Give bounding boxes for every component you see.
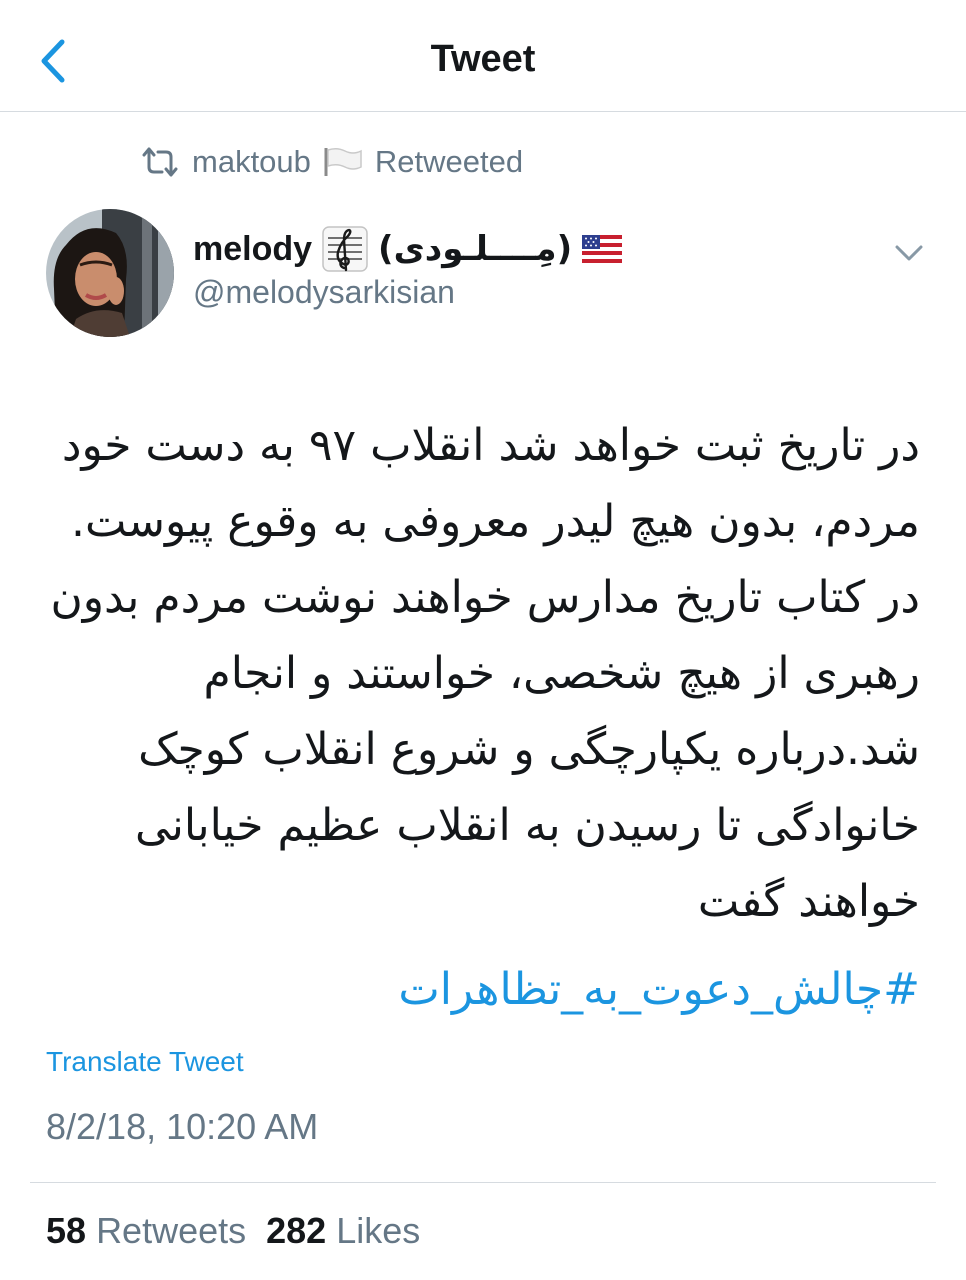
retweets-stat[interactable]: 58 Retweets — [46, 1210, 246, 1252]
tweet-text-line: شد.درباره یکپارچگی و شروع انقلاب کوچک — [138, 724, 920, 775]
tweet-text-line: رهبری از هیچ شخصی، خواستند و انجام — [203, 648, 920, 699]
tweet-text-line: در کتاب تاریخ مدارس خواهند نوشت مردم بدو… — [50, 572, 920, 623]
white-flag-icon — [324, 147, 362, 176]
us-flag-icon — [582, 235, 623, 263]
tweet-text-line: خواهند گفت — [697, 876, 920, 927]
translate-tweet-link[interactable]: Translate Tweet — [46, 1046, 244, 1078]
tweet-stats: 58 Retweets 282 Likes — [46, 1210, 420, 1252]
tweet-text-line: مردم، بدون هیچ لیدر معروفی به وقوع پیوست… — [70, 496, 920, 547]
retweet-context: maktoub Retweeted — [140, 140, 523, 184]
page-title: Tweet — [430, 38, 536, 80]
author-name: melody — [193, 229, 313, 268]
tweet-options-button[interactable] — [892, 238, 926, 268]
likes-count: 282 — [266, 1210, 327, 1251]
retweets-count: 58 — [46, 1210, 87, 1251]
tweet-text-line: خانوادگی تا رسیدن به انقلاب عظیم خیابانی — [135, 800, 920, 851]
likes-label: Likes — [336, 1210, 421, 1251]
retweeted-label: Retweeted — [374, 144, 524, 179]
nav-bar: Tweet — [0, 0, 966, 112]
retweeter-name[interactable]: maktoub — [192, 144, 311, 180]
hashtag-link[interactable]: #چالش_دعوت_به_تظاهرات — [50, 960, 920, 1020]
tweet-timestamp: 8/2/18, 10:20 AM — [46, 1106, 319, 1147]
author-name-row[interactable]: melody (مِــــلـودی) — [193, 226, 623, 272]
author-name-suffix: (مِــــلـودی) — [378, 229, 573, 269]
avatar-image — [46, 209, 174, 337]
retweets-label: Retweets — [96, 1210, 247, 1251]
treble-clef-icon — [322, 226, 368, 272]
author-handle[interactable]: @melodysarkisian — [193, 274, 455, 311]
avatar[interactable] — [46, 209, 174, 337]
retweet-icon — [142, 147, 178, 177]
chevron-down-icon — [895, 245, 923, 261]
tweet-text: در تاریخ ثبت خواهد شد انقلاب ۹۷ به دست خ… — [50, 408, 920, 940]
tweet-text-line: در تاریخ ثبت خواهد شد انقلاب ۹۷ به دست خ… — [61, 420, 920, 471]
likes-stat[interactable]: 282 Likes — [266, 1210, 420, 1252]
divider — [30, 1182, 936, 1183]
